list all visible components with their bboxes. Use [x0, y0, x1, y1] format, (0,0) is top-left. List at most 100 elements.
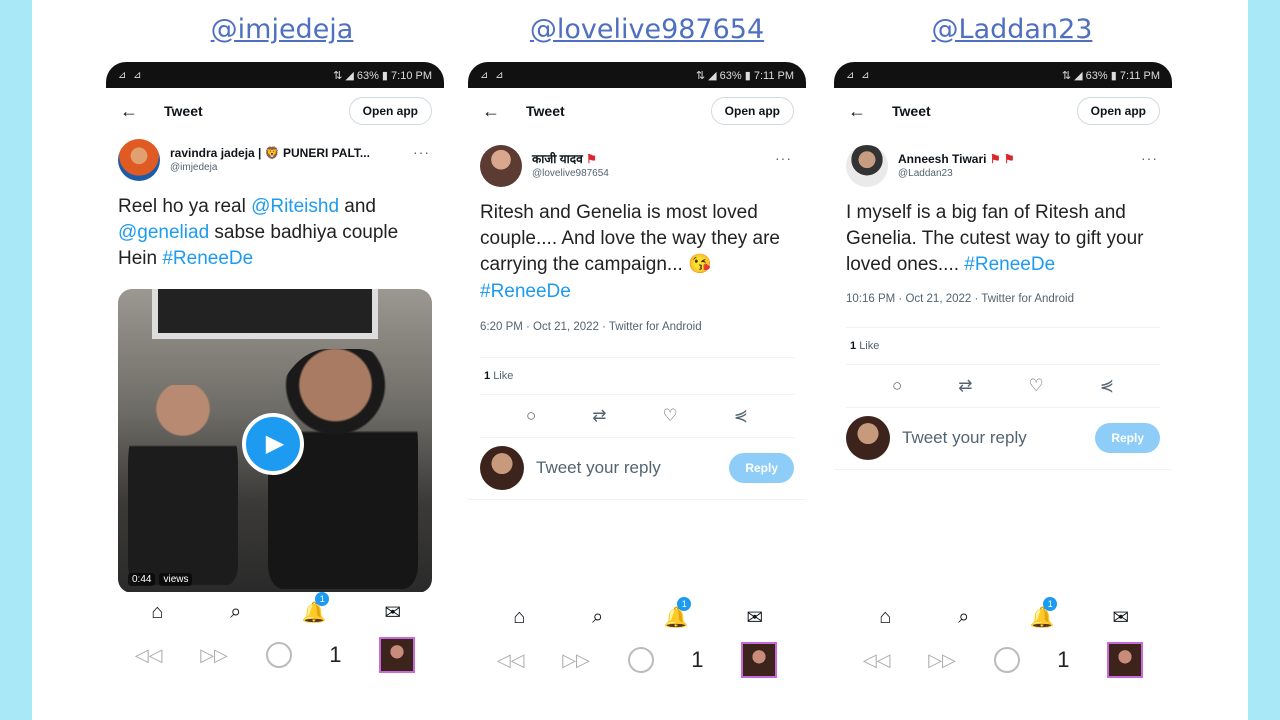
page-title: Tweet — [526, 103, 565, 119]
text-segment: Ritesh and Genelia is most loved couple.… — [480, 202, 780, 276]
text-segment: and — [339, 196, 376, 217]
hashtag-link[interactable]: #ReneeDe — [162, 248, 253, 269]
thumbnail-image[interactable] — [741, 642, 778, 678]
play-icon[interactable]: ▶ — [242, 412, 304, 475]
page-number: 1 — [329, 642, 342, 667]
messages-icon[interactable]: ✉ — [740, 605, 770, 630]
system-bar: ◁◁ ▷▷ 1 — [834, 639, 1172, 681]
open-app-button[interactable]: Open app — [1076, 97, 1160, 125]
back-arrow-icon[interactable]: ← — [120, 101, 146, 122]
avatar[interactable] — [480, 145, 522, 187]
forward-icon[interactable]: ▷▷ — [928, 650, 956, 671]
status-bar: ⊿ ⊿ ⇅ ◢ 63% ▮ 7:10 PM — [106, 62, 444, 88]
forward-icon[interactable]: ▷▷ — [200, 645, 228, 666]
home-circle-icon[interactable] — [627, 647, 654, 673]
mention-link[interactable]: @geneliad — [118, 222, 209, 243]
bottom-nav: ⌂ ⌕ 🔔 1 ✉ — [468, 596, 806, 637]
reply-icon[interactable]: ○ — [526, 406, 536, 426]
open-app-button[interactable]: Open app — [710, 97, 794, 125]
likes-number: 1 — [850, 339, 857, 352]
tweet-header: ← Tweet Open app — [834, 88, 1172, 134]
reply-input[interactable]: Tweet your reply — [902, 428, 1095, 448]
open-app-button[interactable]: Open app — [348, 97, 432, 125]
reply-icon[interactable]: ○ — [892, 376, 902, 396]
handle-label-3: @Laddan23 — [931, 14, 1093, 45]
search-icon[interactable]: ⌕ — [949, 606, 979, 629]
search-icon[interactable]: ⌕ — [583, 606, 613, 629]
like-icon[interactable]: ♡ — [662, 406, 677, 426]
hashtag-link[interactable]: #ReneeDe — [964, 254, 1055, 275]
tweet-timestamp[interactable]: 6:20 PM · Oct 21, 2022 · Twitter for And… — [468, 305, 806, 357]
reply-button[interactable]: Reply — [729, 453, 794, 484]
more-icon[interactable]: ··· — [413, 144, 430, 160]
likes-count[interactable]: 1 Like — [834, 328, 1172, 364]
reply-button[interactable]: Reply — [1095, 423, 1160, 454]
share-icon[interactable]: ⋞ — [734, 406, 748, 426]
avatar[interactable] — [118, 139, 160, 181]
hashtag-link[interactable]: #ReneeDe — [480, 281, 571, 302]
tweet-text: Reel ho ya real @Riteishd and @geneliad … — [106, 186, 444, 273]
home-icon[interactable]: ⌂ — [870, 606, 900, 629]
phone-screenshot-2: ⊿ ⊿ ⇅ ◢ 63% ▮ 7:11 PM ← Tweet Open app क… — [468, 62, 806, 686]
home-circle-icon[interactable] — [265, 642, 292, 668]
page-number: 1 — [691, 647, 704, 672]
notifications-icon[interactable]: 🔔 1 — [1027, 596, 1058, 630]
home-icon[interactable]: ⌂ — [504, 606, 534, 629]
author-name: Anneesh Tiwari ⚑ ⚑ — [898, 152, 1015, 168]
tweet-text: Ritesh and Genelia is most loved couple.… — [468, 192, 806, 305]
more-icon[interactable]: ··· — [1141, 150, 1158, 166]
avatar — [480, 446, 524, 491]
author-username: @Laddan23 — [898, 168, 953, 180]
flag-icon: ⚑ ⚑ — [989, 151, 1015, 166]
author-name-text: Anneesh Tiwari — [898, 151, 987, 166]
bottom-nav: ⌂ ⌕ 🔔 1 ✉ — [834, 596, 1172, 637]
avatar — [846, 416, 890, 461]
likes-count[interactable]: 1 Like — [468, 358, 806, 394]
system-bar: ◁◁ ▷▷ 1 — [468, 639, 806, 681]
messages-icon[interactable]: ✉ — [1106, 605, 1136, 630]
tweet-timestamp[interactable]: 10:16 PM · Oct 21, 2022 · Twitter for An… — [834, 279, 1172, 327]
like-icon[interactable]: ♡ — [1028, 376, 1043, 396]
home-icon[interactable]: ⌂ — [142, 601, 172, 624]
rewind-icon[interactable]: ◁◁ — [135, 645, 163, 666]
rewind-icon[interactable]: ◁◁ — [863, 650, 891, 671]
more-icon[interactable]: ··· — [775, 150, 792, 166]
author-username: @imjedeja — [170, 162, 218, 174]
retweet-icon[interactable]: ⇄ — [958, 376, 972, 396]
tweet-header: ← Tweet Open app — [468, 88, 806, 134]
search-icon[interactable]: ⌕ — [221, 601, 251, 624]
notification-badge: 1 — [677, 596, 692, 611]
notifications-icon[interactable]: 🔔 1 — [299, 591, 330, 625]
thumbnail-image[interactable] — [379, 637, 416, 673]
author-username: @lovelive987654 — [532, 168, 609, 180]
tweet-author[interactable]: काजी यादव ⚑ @lovelive987654 ··· — [468, 140, 806, 192]
home-circle-icon[interactable] — [993, 647, 1020, 673]
status-time: ⇅ ◢ 63% ▮ 7:11 PM — [695, 69, 794, 82]
video-player[interactable]: ▶ 0:44 views — [118, 288, 432, 593]
text-segment: Reel ho ya real — [118, 196, 252, 217]
tweet-author[interactable]: Anneesh Tiwari ⚑ ⚑ @Laddan23 ··· — [834, 140, 1172, 192]
messages-icon[interactable]: ✉ — [378, 600, 408, 625]
author-name-text: काजी यादव — [532, 151, 583, 166]
forward-icon[interactable]: ▷▷ — [562, 650, 590, 671]
notification-badge: 1 — [1043, 596, 1058, 611]
notifications-icon[interactable]: 🔔 1 — [661, 596, 692, 630]
reply-composer: Tweet your reply Reply — [468, 438, 806, 500]
back-arrow-icon[interactable]: ← — [482, 101, 508, 122]
thumbnail-image[interactable] — [1107, 642, 1144, 678]
signal-icons: ⊿ ⊿ — [480, 69, 506, 81]
retweet-icon[interactable]: ⇄ — [592, 406, 606, 426]
tweet-header: ← Tweet Open app — [106, 88, 444, 134]
page-title: Tweet — [164, 103, 203, 119]
reply-input[interactable]: Tweet your reply — [536, 458, 729, 478]
tweet-author[interactable]: ravindra jadeja | 🦁 PUNERI PALT... @imje… — [106, 134, 444, 186]
avatar[interactable] — [846, 145, 888, 187]
rewind-icon[interactable]: ◁◁ — [497, 650, 525, 671]
back-arrow-icon[interactable]: ← — [848, 101, 874, 122]
system-bar: ◁◁ ▷▷ 1 — [106, 634, 444, 676]
page-number: 1 — [1057, 647, 1070, 672]
likes-number: 1 — [484, 369, 491, 382]
author-name: ravindra jadeja | 🦁 PUNERI PALT... — [170, 145, 370, 160]
share-icon[interactable]: ⋞ — [1100, 376, 1114, 396]
mention-link[interactable]: @Riteishd — [251, 196, 339, 217]
